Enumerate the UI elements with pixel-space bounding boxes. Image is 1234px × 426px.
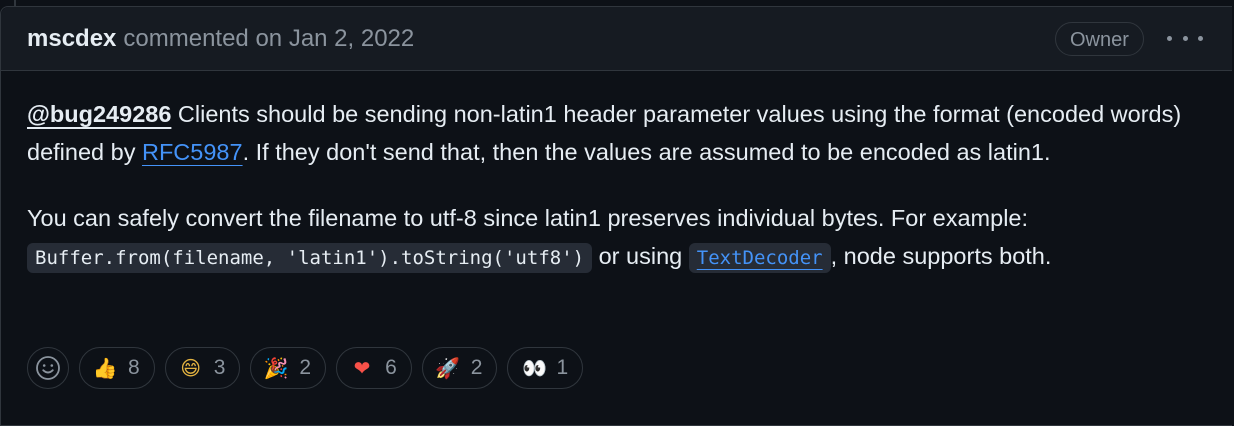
add-reaction-button[interactable] (27, 347, 69, 389)
comment-body: @bug249286 Clients should be sending non… (1, 71, 1232, 277)
reaction-laugh[interactable]: 😄 3 (164, 347, 241, 389)
menu-dot (1198, 35, 1203, 41)
kebab-horizontal-icon[interactable] (1167, 29, 1203, 47)
reaction-count: 2 (470, 356, 483, 379)
inline-code-link-wrapper: TextDecoder (688, 243, 831, 273)
comment-author-link[interactable]: mscdex (27, 25, 116, 53)
comment-paragraph-1: @bug249286 Clients should be sending non… (27, 95, 1206, 171)
reaction-heart[interactable]: ❤ 6 (336, 347, 412, 389)
reaction-hooray[interactable]: 🎉 2 (250, 347, 327, 389)
paragraph-text: or using (592, 243, 689, 269)
inline-code: Buffer.from(filename, 'latin1').toString… (27, 243, 593, 273)
reaction-count: 8 (128, 356, 140, 379)
textdecoder-link[interactable]: TextDecoder (697, 247, 823, 269)
heart-icon: ❤ (353, 356, 371, 380)
thumbs-up-icon: 👍 (92, 356, 118, 380)
reaction-eyes[interactable]: 👀 1 (507, 347, 584, 389)
party-popper-icon: 🎉 (263, 356, 289, 380)
comment-box: mscdex commented on Jan 2, 2022 Owner @b… (0, 6, 1232, 426)
menu-dot (1167, 35, 1172, 41)
paragraph-text: You can safely convert the filename to u… (27, 205, 1029, 231)
rocket-icon: 🚀 (435, 356, 461, 380)
comment-header: mscdex commented on Jan 2, 2022 Owner (1, 7, 1232, 71)
owner-badge: Owner (1055, 22, 1144, 56)
rfc-link[interactable]: RFC5987 (142, 139, 243, 165)
reaction-count: 3 (213, 356, 226, 379)
laugh-icon: 😄 (180, 356, 202, 380)
menu-dot (1182, 35, 1188, 41)
eyes-icon: 👀 (521, 356, 547, 380)
reaction-count: 6 (385, 356, 397, 379)
reaction-rocket[interactable]: 🚀 2 (421, 347, 498, 389)
paragraph-text: . If they don't send that, then the valu… (242, 139, 1051, 165)
comment-timestamp[interactable]: commented on Jan 2, 2022 (123, 25, 414, 53)
reaction-count: 1 (556, 356, 569, 379)
paragraph-text: , node supports both. (830, 243, 1052, 269)
reaction-count: 2 (299, 356, 312, 379)
reactions-bar: 👍 8 😄 3 🎉 2 ❤ 6 🚀 2 👀 1 (27, 347, 584, 389)
smiley-icon (36, 356, 60, 380)
user-mention-link[interactable]: @bug249286 (27, 101, 171, 127)
comment-paragraph-2: You can safely convert the filename to u… (27, 199, 1206, 277)
reaction-thumbs-up[interactable]: 👍 8 (79, 347, 155, 389)
